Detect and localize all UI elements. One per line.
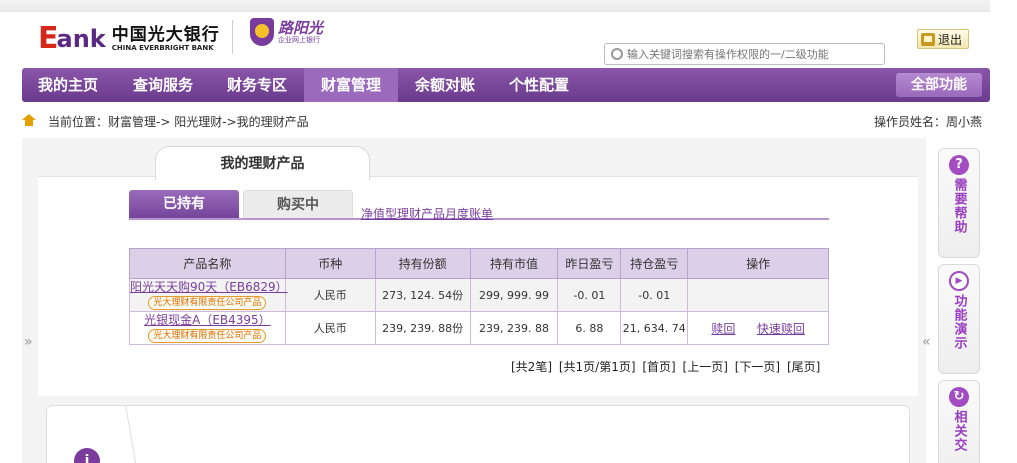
- col-position-pnl: 持仓盈亏: [620, 248, 689, 279]
- pager-total: [共2笔]: [511, 360, 552, 374]
- bank-name-en: CHINA EVERBRIGHT BANK: [111, 43, 214, 52]
- help-icon: ?: [949, 155, 969, 175]
- collapse-right-icon[interactable]: «: [922, 334, 931, 350]
- related-label: 相关交: [951, 410, 967, 452]
- nav-item-query[interactable]: 查询服务: [117, 68, 209, 102]
- pager-next[interactable]: [下一页]: [735, 360, 780, 374]
- currency-cell: 人民币: [284, 311, 376, 345]
- actions-cell: [687, 278, 829, 312]
- sub-brand-name: 路阳光: [278, 18, 324, 37]
- col-yesterday-pnl: 昨日盈亏: [557, 248, 622, 279]
- pager-last[interactable]: [尾页]: [787, 360, 820, 374]
- logo-ank-text: ank: [56, 25, 106, 53]
- bank-logo: E ank 中国光大银行 CHINA EVERBRIGHT BANK: [38, 22, 220, 56]
- help-label: 需要帮助: [951, 178, 967, 234]
- product-issuer-tag: 光大理财有限责任公司产品: [148, 296, 267, 310]
- table-header-row: 产品名称 币种 持有份额 持有市值 昨日盈亏 持仓盈亏 操作: [129, 248, 829, 279]
- market-value-cell: 239, 239. 88: [469, 311, 559, 345]
- logout-button[interactable]: 退出: [917, 29, 969, 49]
- sun-badge-icon: [250, 18, 274, 46]
- actions-cell: 赎回 快速赎回: [687, 311, 829, 345]
- nav-item-balance[interactable]: 余额对账: [399, 68, 491, 102]
- tab-held[interactable]: 已持有: [129, 190, 239, 218]
- yesterday-pnl-cell: -0. 01: [557, 278, 622, 312]
- product-name-link[interactable]: 光银现金A（EB4395）: [130, 313, 285, 328]
- top-strip: [0, 0, 1017, 12]
- yesterday-pnl-cell: 6. 88: [557, 311, 622, 345]
- breadcrumb-bar: 当前位置：财富管理-> 阳光理财->我的理财产品 操作员姓名：周小燕: [0, 108, 1017, 132]
- all-functions-button[interactable]: 全部功能: [896, 73, 982, 97]
- logo-divider: [232, 20, 233, 54]
- right-sidebar: ? 需要帮助 ▶ 功能演示 ↻ 相关交: [938, 148, 980, 463]
- sub-brand-logo: 路阳光 企业网上银行: [250, 18, 323, 46]
- home-icon[interactable]: [22, 114, 36, 126]
- nav-item-finance[interactable]: 财务专区: [211, 68, 303, 102]
- logo-e-mark: E: [38, 21, 58, 56]
- shares-cell: 239, 239. 88份: [374, 311, 471, 345]
- bank-name-cn: 中国光大银行: [111, 24, 220, 45]
- quick-redeem-link[interactable]: 快速赎回: [757, 322, 805, 336]
- bank-name: 中国光大银行 CHINA EVERBRIGHT BANK: [112, 26, 220, 53]
- product-issuer-tag: 光大理财有限责任公司产品: [148, 329, 267, 343]
- search-input[interactable]: [627, 47, 877, 61]
- col-shares: 持有份额: [374, 248, 471, 279]
- pager-first[interactable]: [首页]: [642, 360, 675, 374]
- pagination: [共2笔] [共1页/第1页] [首页] [上一页] [下一页] [尾页]: [511, 358, 823, 375]
- nav-item-personal[interactable]: 个性配置: [493, 68, 585, 102]
- col-product-name: 产品名称: [129, 248, 286, 279]
- shares-cell: 273, 124. 54份: [374, 278, 471, 312]
- operator-name: 操作员姓名：周小燕: [874, 115, 983, 129]
- position-pnl-cell: -0. 01: [620, 278, 689, 312]
- position-pnl-cell: 21, 634. 74: [620, 311, 689, 345]
- header: E ank 中国光大银行 CHINA EVERBRIGHT BANK 路阳光 企…: [0, 12, 1017, 68]
- pager-pages: [共1页/第1页]: [558, 360, 636, 374]
- col-currency: 币种: [284, 248, 376, 279]
- sub-brand-tag: 企业网上银行: [278, 35, 320, 44]
- demo-card[interactable]: ▶ 功能演示: [938, 264, 980, 374]
- lower-panel: [46, 405, 910, 463]
- expand-left-icon[interactable]: »: [24, 334, 33, 350]
- breadcrumb: 当前位置：财富管理-> 阳光理财->我的理财产品: [48, 115, 309, 129]
- nav-item-home[interactable]: 我的主页: [22, 68, 114, 102]
- tab-buying[interactable]: 购买中: [243, 190, 353, 218]
- right-gutter: [990, 0, 1017, 463]
- product-name-link[interactable]: 阳光天天购90天（EB6829）: [130, 280, 288, 295]
- play-icon: ▶: [949, 271, 969, 291]
- nav-item-wealth[interactable]: 财富管理: [304, 68, 398, 102]
- demo-label: 功能演示: [951, 294, 967, 350]
- product-table: 产品名称 币种 持有份额 持有市值 昨日盈亏 持仓盈亏 操作 阳光天天购90天（…: [129, 248, 829, 345]
- table-row: 光银现金A（EB4395） 光大理财有限责任公司产品 人民币 239, 239.…: [129, 311, 829, 345]
- col-market-value: 持有市值: [469, 248, 559, 279]
- help-card[interactable]: ? 需要帮助: [938, 148, 980, 258]
- monthly-statement-link[interactable]: 净值型理财产品月度账单: [361, 205, 493, 222]
- logout-label: 退出: [938, 32, 963, 47]
- logout-icon: [921, 32, 935, 46]
- pager-prev[interactable]: [上一页]: [683, 360, 728, 374]
- currency-cell: 人民币: [284, 278, 376, 312]
- page-title: 我的理财产品: [155, 146, 370, 180]
- market-value-cell: 299, 999. 99: [469, 278, 559, 312]
- redeem-link[interactable]: 赎回: [711, 322, 735, 336]
- refresh-icon: ↻: [949, 387, 969, 407]
- col-actions: 操作: [687, 248, 829, 279]
- table-row: 阳光天天购90天（EB6829） 光大理财有限责任公司产品 人民币 273, 1…: [129, 278, 829, 312]
- main-nav: 我的主页 查询服务 财务专区 财富管理 余额对账 个性配置 全部功能: [22, 68, 990, 102]
- search-icon: [611, 48, 623, 60]
- function-search[interactable]: [604, 43, 885, 65]
- related-card[interactable]: ↻ 相关交: [938, 380, 980, 463]
